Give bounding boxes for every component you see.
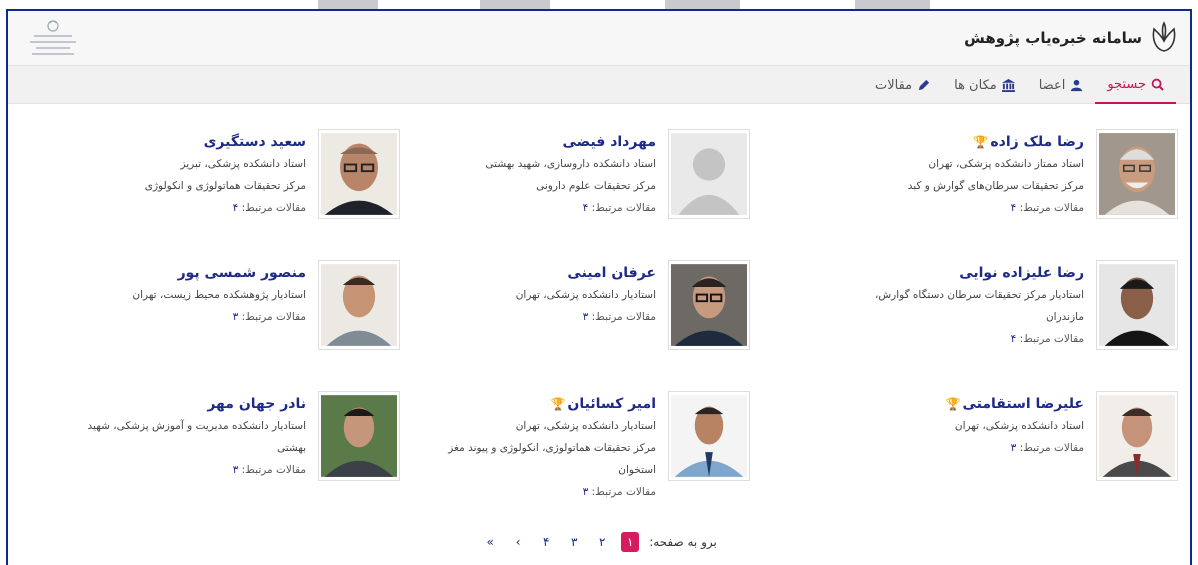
person-info: رضا ملک زاده🏆 استاد ممتاز دانشکده پزشکی،… — [794, 131, 1084, 219]
person-center-cont: استخوان — [618, 464, 656, 476]
person-name[interactable]: منصور شمسی پور — [16, 262, 306, 284]
person-center: مرکز تحقیقات هماتولوژی و انکولوژی — [144, 180, 306, 192]
tulip-logo-icon — [1152, 21, 1176, 52]
person-title: استاد دانشکده داروسازی، شهید بهشتی — [485, 158, 656, 170]
person-title: استادیار دانشکده پزشکی، تهران — [515, 289, 656, 301]
person-center: مرکز تحقیقات هماتولوژی، انکولوژی و پیوند… — [448, 442, 656, 454]
tab-members[interactable]: اعضا — [1027, 66, 1096, 104]
person-card[interactable]: رضا علیزاده نوایی استادیار مرکز تحقیقات … — [828, 260, 1178, 380]
tab-search[interactable]: جستجو — [1095, 66, 1176, 104]
next-page-icon[interactable]: › — [509, 532, 527, 552]
person-info: منصور شمسی پور استادیار پژوهشکده محیط زی… — [16, 262, 306, 328]
related-articles[interactable]: مقالات مرتبط: ۳ — [366, 306, 656, 328]
page-4[interactable]: ۴ — [537, 532, 555, 552]
person-card[interactable]: منصور شمسی پور استادیار پژوهشکده محیط زی… — [50, 260, 400, 380]
person-info: سعید دستگیری استاد دانشکده پزشکی، تبریز … — [16, 131, 306, 219]
person-title: استادیار دانشکده مدیریت و آموزش پزشکی، ش… — [87, 420, 306, 432]
person-info: عرفان امینی استادیار دانشکده پزشکی، تهرا… — [366, 262, 656, 328]
person-info: نادر جهان مهر استادیار دانشکده مدیریت و … — [16, 393, 306, 481]
organization-emblem — [22, 17, 84, 61]
person-name[interactable]: رضا علیزاده نوایی — [794, 262, 1084, 284]
trophy-icon: 🏆 — [945, 397, 961, 411]
page-2[interactable]: ۲ — [593, 532, 611, 552]
person-center: مرکز تحقیقات سرطان‌های گوارش و کبد — [907, 180, 1084, 192]
related-articles[interactable]: مقالات مرتبط: ۴ — [794, 197, 1084, 219]
person-title: استاد دانشکده پزشکی، تبریز — [180, 158, 306, 170]
tab-articles-label: مقالات — [874, 77, 913, 93]
page-1[interactable]: ۱ — [621, 532, 640, 552]
app-title: سامانه خبره‌یاب پژوهش — [964, 29, 1142, 47]
person-info: رضا علیزاده نوایی استادیار مرکز تحقیقات … — [794, 262, 1084, 350]
person-info: علیرضا استقامتی🏆 استاد دانشکده پزشکی، ته… — [794, 393, 1084, 459]
tab-places[interactable]: مکان ها — [942, 66, 1027, 104]
person-name[interactable]: علیرضا استقامتی🏆 — [794, 393, 1084, 415]
person-photo[interactable] — [1096, 129, 1178, 219]
person-title: استادیار دانشکده پزشکی، تهران — [515, 420, 656, 432]
person-name[interactable]: مهرداد فیضی — [366, 131, 656, 153]
person-info: امیر کسائیان🏆 استادیار دانشکده پزشکی، ته… — [366, 393, 656, 503]
person-photo[interactable] — [668, 129, 750, 219]
page-3[interactable]: ۳ — [565, 532, 583, 552]
related-articles[interactable]: مقالات مرتبط: ۴ — [794, 328, 1084, 350]
person-name[interactable]: نادر جهان مهر — [16, 393, 306, 415]
related-articles[interactable]: مقالات مرتبط: ۴ — [366, 197, 656, 219]
person-name[interactable]: سعید دستگیری — [16, 131, 306, 153]
user-icon — [1071, 79, 1083, 91]
person-center: بهشتی — [276, 442, 306, 454]
person-card[interactable]: رضا ملک زاده🏆 استاد ممتاز دانشکده پزشکی،… — [828, 129, 1178, 249]
person-title: استادیار پژوهشکده محیط زیست، تهران — [132, 289, 306, 301]
person-photo[interactable] — [668, 391, 750, 481]
pagination: برو به صفحه: ۱ ۲ ۳ ۴ › » — [8, 530, 1190, 554]
institution-icon — [1001, 78, 1015, 92]
related-articles[interactable]: مقالات مرتبط: ۴ — [16, 197, 306, 219]
person-center: مرکز تحقیقات علوم دارونی — [536, 180, 656, 192]
related-articles[interactable]: مقالات مرتبط: ۳ — [16, 306, 306, 328]
related-articles[interactable]: مقالات مرتبط: ۳ — [16, 459, 306, 481]
search-icon — [1151, 78, 1164, 91]
tab-articles[interactable]: مقالات — [863, 66, 942, 104]
main-nav: جستجو اعضا مکان ها مقالات — [8, 66, 1190, 104]
goto-page-label: برو به صفحه: — [649, 535, 717, 549]
person-card[interactable]: سعید دستگیری استاد دانشکده پزشکی، تبریز … — [50, 129, 400, 249]
person-info: مهرداد فیضی استاد دانشکده داروسازی، شهید… — [366, 131, 656, 219]
related-articles[interactable]: مقالات مرتبط: ۳ — [794, 437, 1084, 459]
tab-members-label: اعضا — [1038, 77, 1066, 93]
related-articles[interactable]: مقالات مرتبط: ۳ — [366, 481, 656, 503]
tab-search-label: جستجو — [1107, 76, 1146, 92]
person-center: مازندران — [1045, 311, 1084, 323]
trophy-icon: 🏆 — [973, 135, 989, 149]
top-stripes — [0, 0, 1198, 9]
app-frame: سامانه خبره‌یاب پژوهش جستجو اعضا مکان ها… — [6, 9, 1192, 565]
person-title: استاد دانشکده پزشکی، تهران — [954, 420, 1084, 432]
person-card[interactable]: مهرداد فیضی استاد دانشکده داروسازی، شهید… — [400, 129, 750, 249]
person-card[interactable]: نادر جهان مهر استادیار دانشکده مدیریت و … — [50, 391, 400, 511]
brand[interactable]: سامانه خبره‌یاب پژوهش — [964, 21, 1178, 55]
header: سامانه خبره‌یاب پژوهش — [8, 11, 1190, 66]
person-card[interactable]: امیر کسائیان🏆 استادیار دانشکده پزشکی، ته… — [400, 391, 750, 511]
tab-places-label: مکان ها — [954, 77, 997, 93]
person-name[interactable]: امیر کسائیان🏆 — [366, 393, 656, 415]
person-photo[interactable] — [1096, 260, 1178, 350]
person-card[interactable]: عرفان امینی استادیار دانشکده پزشکی، تهرا… — [400, 260, 750, 380]
trophy-icon: 🏆 — [550, 397, 566, 411]
person-card[interactable]: علیرضا استقامتی🏆 استاد دانشکده پزشکی، ته… — [828, 391, 1178, 511]
person-photo[interactable] — [668, 260, 750, 350]
last-page-icon[interactable]: » — [481, 532, 499, 552]
person-name[interactable]: عرفان امینی — [366, 262, 656, 284]
person-title: استادیار مرکز تحقیقات سرطان دستگاه گوارش… — [874, 289, 1084, 301]
person-photo[interactable] — [318, 391, 400, 481]
person-photo[interactable] — [318, 260, 400, 350]
person-photo[interactable] — [318, 129, 400, 219]
person-name[interactable]: رضا ملک زاده🏆 — [794, 131, 1084, 153]
person-title: استاد ممتاز دانشکده پزشکی، تهران — [928, 158, 1084, 170]
pencil-icon — [918, 79, 930, 90]
person-photo[interactable] — [1096, 391, 1178, 481]
